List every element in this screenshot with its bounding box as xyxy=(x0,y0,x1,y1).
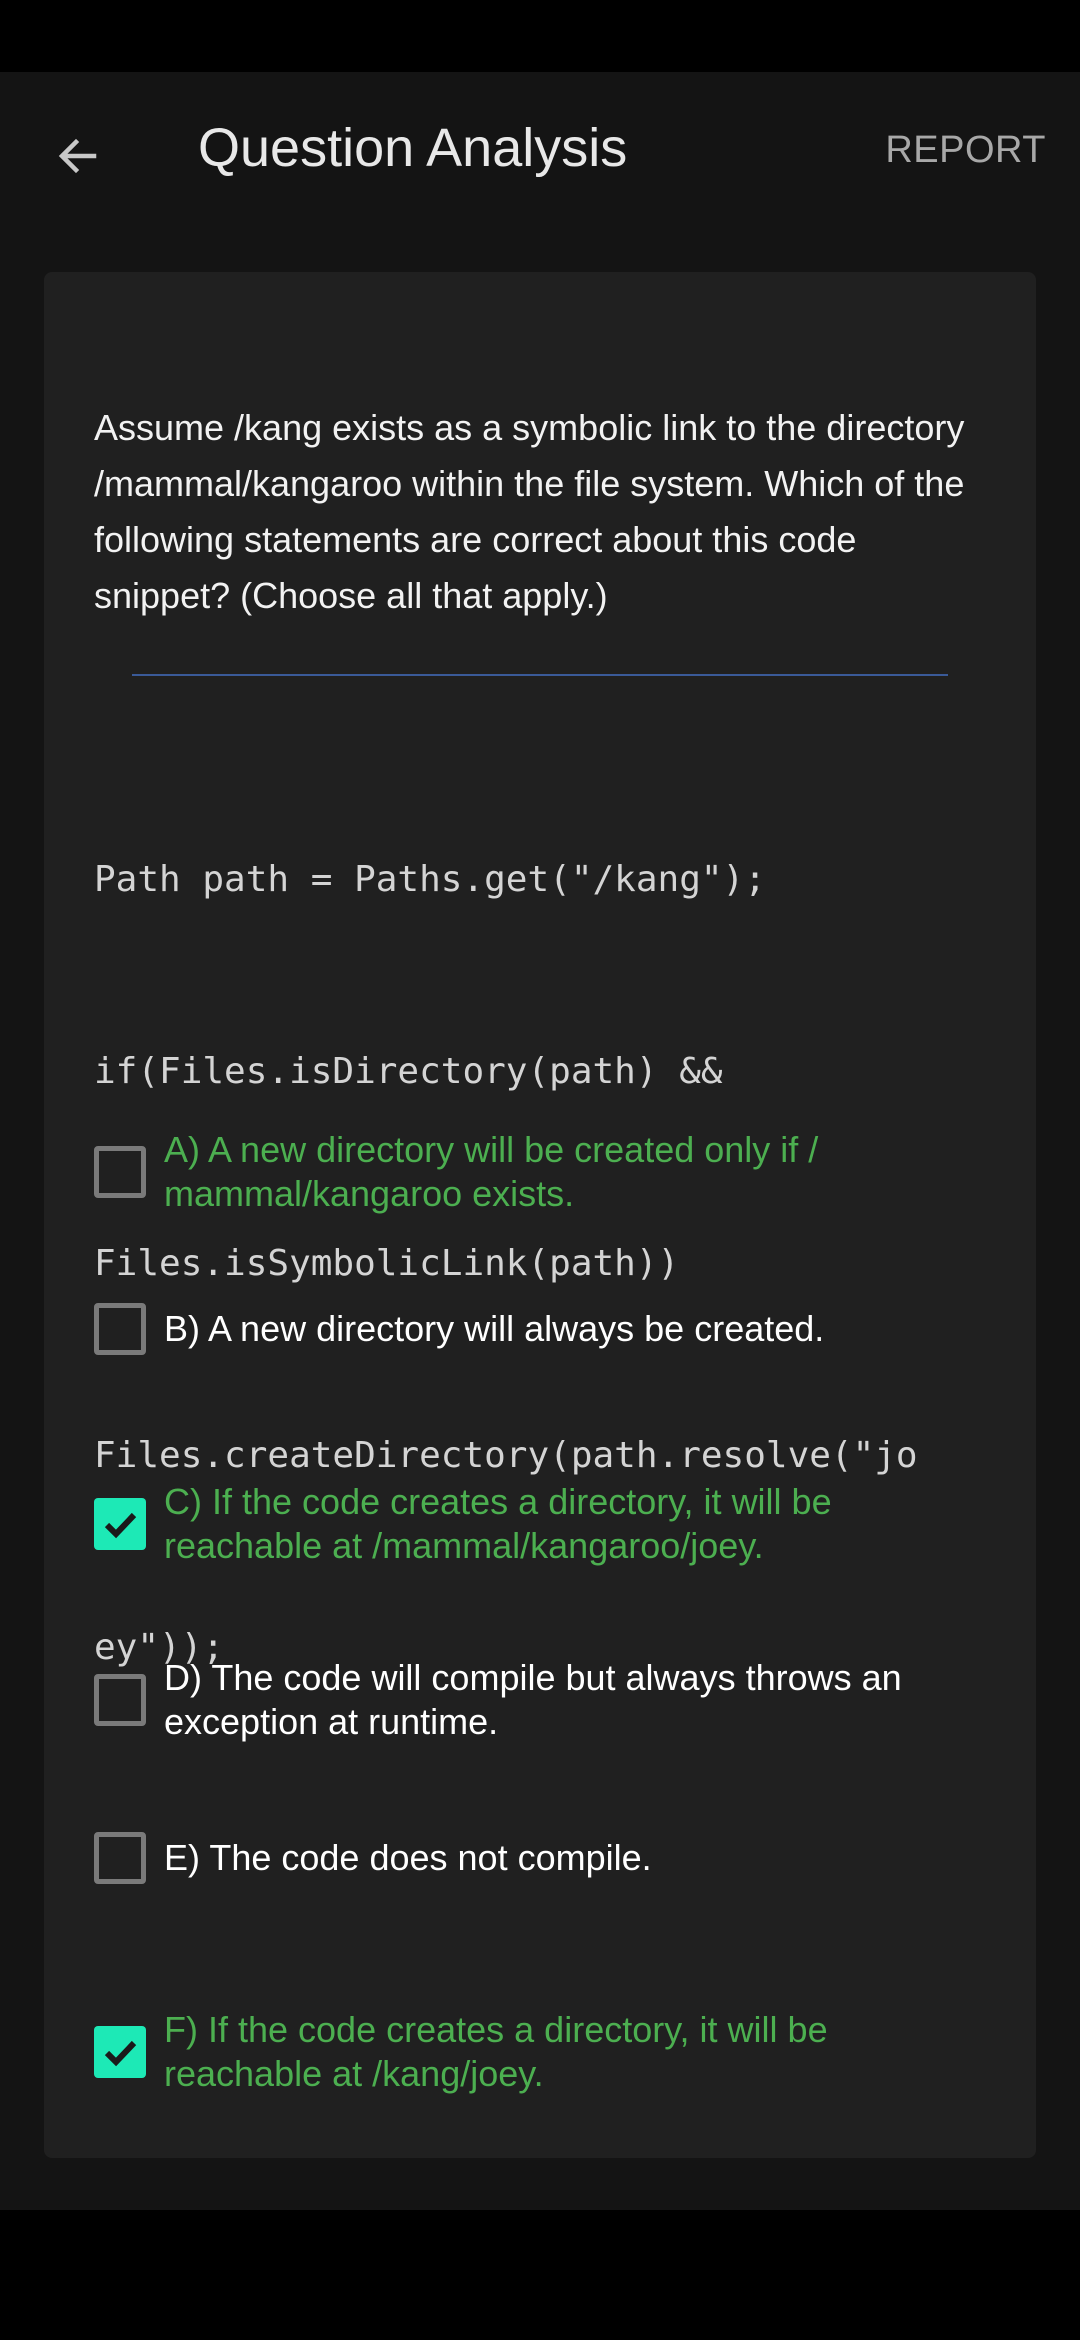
code-snippet: Path path = Paths.get("/kang"); if(Files… xyxy=(94,720,994,1808)
app-screen: Question Analysis REPORT Assume /kang ex… xyxy=(0,72,1080,2210)
checkbox[interactable] xyxy=(94,1303,146,1355)
status-bar xyxy=(0,0,1080,72)
code-line: Files.isSymbolicLink(path)) xyxy=(94,1243,680,1284)
code-line: if(Files.isDirectory(path) && xyxy=(94,1051,723,1092)
option-label: E) The code does not compile. xyxy=(164,1837,652,1878)
back-button[interactable] xyxy=(36,114,120,198)
toolbar: Question Analysis REPORT xyxy=(0,72,1080,228)
option-label: B) A new directory will always be create… xyxy=(164,1308,825,1349)
option-label: A) A new directory will be created only … xyxy=(164,1129,819,1214)
arrow-left-icon xyxy=(58,138,97,174)
option-a[interactable]: A) A new directory will be created only … xyxy=(94,1128,994,1216)
divider xyxy=(132,674,948,676)
option-b[interactable]: B) A new directory will always be create… xyxy=(94,1303,994,1355)
checkbox[interactable] xyxy=(94,1674,146,1726)
option-e[interactable]: E) The code does not compile. xyxy=(94,1832,994,1884)
checkbox[interactable] xyxy=(94,1146,146,1198)
code-line: Path path = Paths.get("/kang"); xyxy=(94,859,766,900)
checkbox[interactable] xyxy=(94,2026,146,2078)
code-line: Files.createDirectory(path.resolve("jo xyxy=(94,1435,918,1476)
question-card: Assume /kang exists as a symbolic link t… xyxy=(44,272,1036,2158)
option-f[interactable]: F) If the code creates a directory, it w… xyxy=(94,2008,994,2096)
option-label: C) If the code creates a directory, it w… xyxy=(164,1481,832,1566)
checkbox[interactable] xyxy=(94,1498,146,1550)
option-label: F) If the code creates a directory, it w… xyxy=(164,2009,828,2094)
question-text: Assume /kang exists as a symbolic link t… xyxy=(94,407,965,616)
option-d[interactable]: D) The code will compile but always thro… xyxy=(94,1656,994,1744)
check-icon xyxy=(104,1512,137,1539)
report-button[interactable]: REPORT xyxy=(885,128,1046,172)
option-label: D) The code will compile but always thro… xyxy=(164,1657,902,1742)
checkbox[interactable] xyxy=(94,1832,146,1884)
option-c[interactable]: C) If the code creates a directory, it w… xyxy=(94,1480,994,1568)
check-icon xyxy=(104,2040,137,2067)
page-title: Question Analysis xyxy=(198,118,628,178)
